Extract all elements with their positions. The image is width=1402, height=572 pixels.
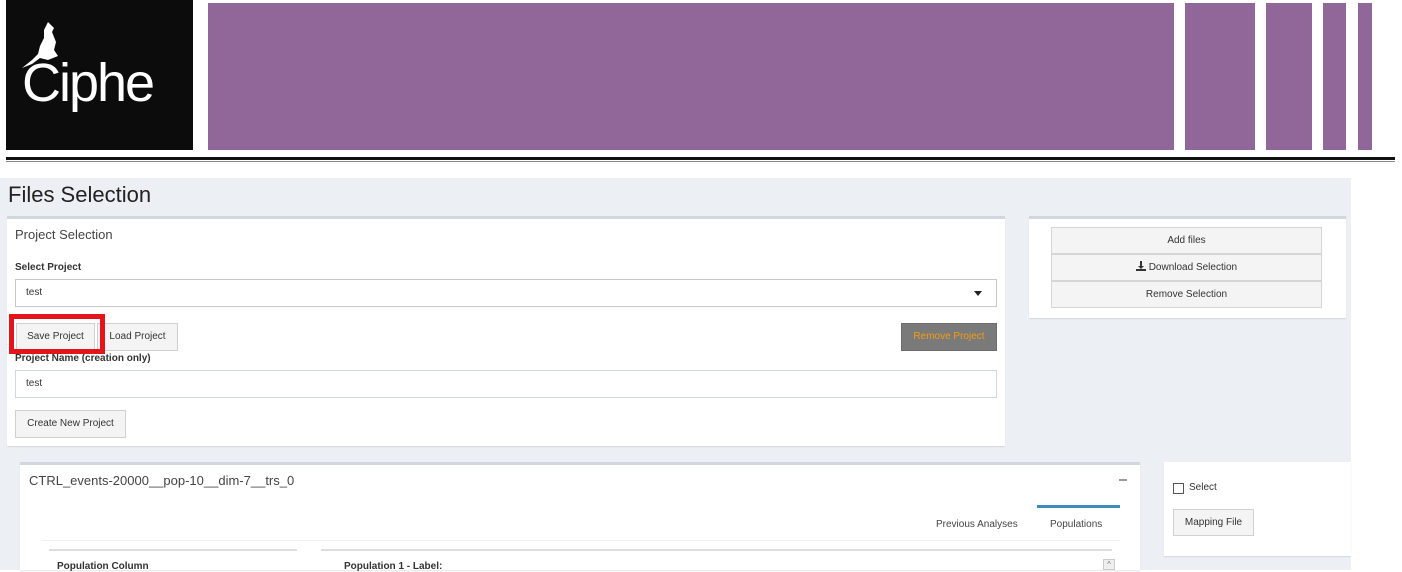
- load-project-button[interactable]: Load Project: [97, 323, 178, 351]
- caret-down-icon: [974, 291, 982, 296]
- collapse-icon[interactable]: [1119, 479, 1127, 481]
- download-selection-button[interactable]: Download Selection: [1051, 254, 1322, 281]
- population-label-heading: Population 1 - Label:: [344, 561, 443, 572]
- project-name-label: Project Name (creation only): [15, 353, 151, 364]
- mapping-file-button[interactable]: Mapping File: [1173, 509, 1254, 536]
- header-band-2: [1185, 3, 1255, 150]
- download-selection-label: Download Selection: [1148, 262, 1238, 273]
- checkbox-icon[interactable]: [1173, 483, 1184, 494]
- header-band-5: [1358, 3, 1372, 150]
- select-project-label: Select Project: [15, 262, 82, 273]
- header-divider-thin: [6, 161, 1395, 162]
- create-new-project-button[interactable]: Create New Project: [15, 410, 126, 438]
- remove-selection-button[interactable]: Remove Selection: [1051, 281, 1322, 308]
- tab-populations[interactable]: Populations: [1050, 519, 1102, 530]
- select-checkbox-label: Select: [1189, 482, 1217, 493]
- logo-wordmark: Ciphe: [22, 53, 155, 113]
- ciphe-logo: Ciphe: [6, 0, 193, 150]
- population-column-label: Population Column: [57, 561, 149, 572]
- file-panel-title: CTRL_events-20000__pop-10__dim-7__trs_0: [29, 473, 295, 488]
- project-name-input[interactable]: test: [15, 370, 997, 398]
- project-select-value: test: [26, 287, 43, 298]
- population-label-panel: Population 1 - Label:: [321, 549, 1112, 572]
- header-band-3: [1266, 3, 1312, 150]
- project-selection-title: Project Selection: [15, 227, 113, 242]
- download-icon: [1135, 261, 1146, 271]
- scroll-up-icon[interactable]: ^: [1103, 559, 1115, 570]
- header-divider: [6, 157, 1395, 160]
- page-title: Files Selection: [8, 182, 152, 207]
- header-band-large: [208, 3, 1174, 150]
- tab-previous-analyses[interactable]: Previous Analyses: [936, 519, 1018, 530]
- add-files-button[interactable]: Add files: [1051, 227, 1322, 254]
- population-column-panel: Population Column: [49, 549, 297, 572]
- header-band-4: [1323, 3, 1346, 150]
- remove-project-button[interactable]: Remove Project: [901, 323, 997, 351]
- project-select[interactable]: test: [15, 279, 997, 307]
- highlight-annotation: [9, 314, 105, 354]
- tab-divider: [42, 540, 1120, 541]
